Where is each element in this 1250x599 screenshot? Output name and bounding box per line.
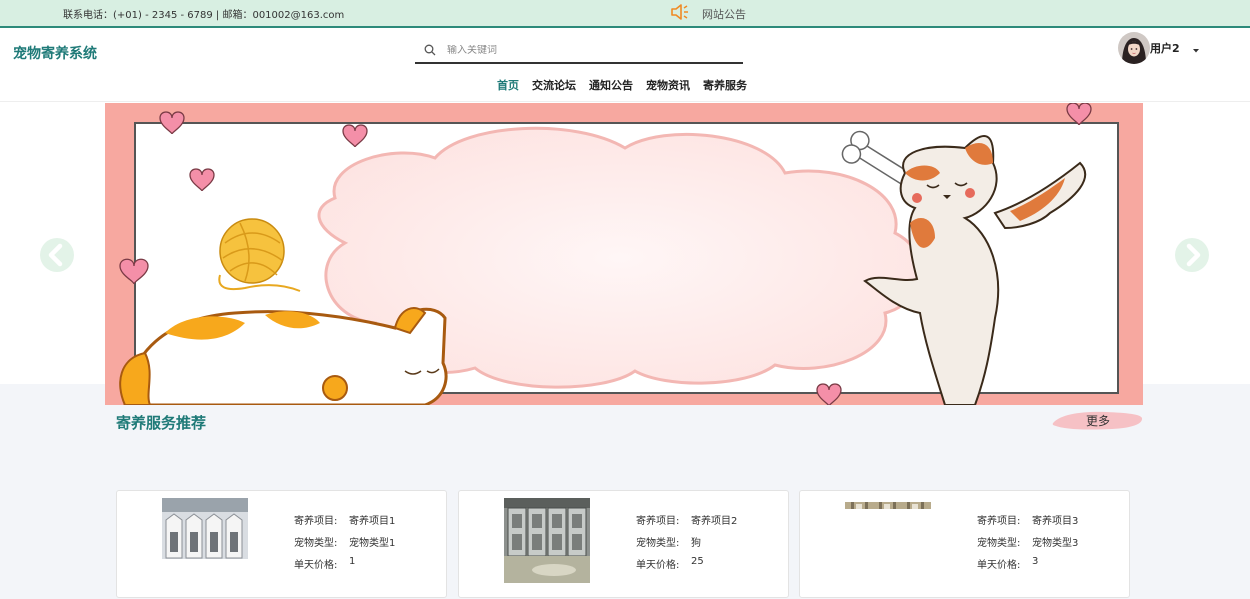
site-notice[interactable]: 网站公告 [670,3,746,25]
service-info: 寄养项目: 寄养项目2 宠物类型: 狗 单天价格: 25 [636,512,737,578]
search-bar [415,38,743,64]
field-value: 寄养项目2 [691,516,738,527]
contact-info: 联系电话：(+01) - 2345 - 6789 | 邮箱：001002@163… [63,10,345,21]
field-value: 3 [1032,556,1039,567]
field-value: 狗 [691,538,701,549]
service-info: 寄养项目: 寄养项目1 宠物类型: 宠物类型1 单天价格: 1 [294,512,395,578]
username[interactable]: 用户2 [1150,40,1180,56]
chevron-right-icon [1175,238,1209,272]
carousel-prev-button[interactable] [39,237,75,273]
field-label: 单天价格: [294,560,338,571]
service-info: 寄养项目: 寄养项目3 宠物类型: 宠物类型3 单天价格: 3 [977,512,1078,578]
service-thumbnail[interactable] [504,498,590,583]
nav-boarding-services[interactable]: 寄养服务 [703,77,747,93]
field-label: 单天价格: [636,560,680,571]
field-label: 单天价格: [977,560,1021,571]
top-info-bar: 联系电话：(+01) - 2345 - 6789 | 邮箱：001002@163… [0,0,1250,28]
field-value: 1 [349,556,356,567]
service-card[interactable]: 寄养项目: 寄养项目2 宠物类型: 狗 单天价格: 25 [458,490,789,598]
user-menu[interactable]: 用户2 [1118,32,1200,64]
field-label: 宠物类型: [977,538,1021,549]
section-title: 寄养服务推荐 [116,414,207,432]
carousel-next-button[interactable] [1174,237,1210,273]
banner-carousel[interactable] [105,103,1143,405]
site-title[interactable]: 宠物寄养系统 [13,43,97,63]
service-thumbnail[interactable] [845,498,931,509]
field-label: 宠物类型: [636,538,680,549]
field-value: 寄养项目3 [1032,516,1079,527]
service-card[interactable]: 寄养项目: 寄养项目3 宠物类型: 宠物类型3 单天价格: 3 [799,490,1130,598]
search-input[interactable] [447,44,727,56]
banner-illustration [105,103,1143,405]
more-button[interactable]: 更多 [1052,408,1143,432]
field-label: 寄养项目: [636,516,680,527]
chevron-down-icon[interactable] [1192,39,1200,58]
field-value: 宠物类型1 [349,538,396,549]
chevron-left-icon [40,238,74,272]
nav-home[interactable]: 首页 [497,77,519,93]
nav-pet-news[interactable]: 宠物资讯 [646,77,690,93]
nav-notices[interactable]: 通知公告 [589,77,633,93]
service-thumbnail[interactable] [162,498,248,559]
main-nav: 首页 交流论坛 通知公告 宠物资讯 寄养服务 [497,77,747,93]
service-card[interactable]: 寄养项目: 寄养项目1 宠物类型: 宠物类型1 单天价格: 1 [116,490,447,598]
notice-label: 网站公告 [702,8,746,21]
nav-forum[interactable]: 交流论坛 [532,77,576,93]
avatar[interactable] [1118,32,1150,64]
search-icon[interactable] [415,44,445,56]
megaphone-icon [670,3,690,25]
field-value: 宠物类型3 [1032,538,1079,549]
more-label: 更多 [1085,414,1110,428]
field-label: 宠物类型: [294,538,338,549]
field-value: 寄养项目1 [349,516,396,527]
header: 宠物寄养系统 用户2 首页 交流论坛 [0,30,1250,102]
field-label: 寄养项目: [294,516,338,527]
field-label: 寄养项目: [977,516,1021,527]
field-value: 25 [691,556,704,567]
